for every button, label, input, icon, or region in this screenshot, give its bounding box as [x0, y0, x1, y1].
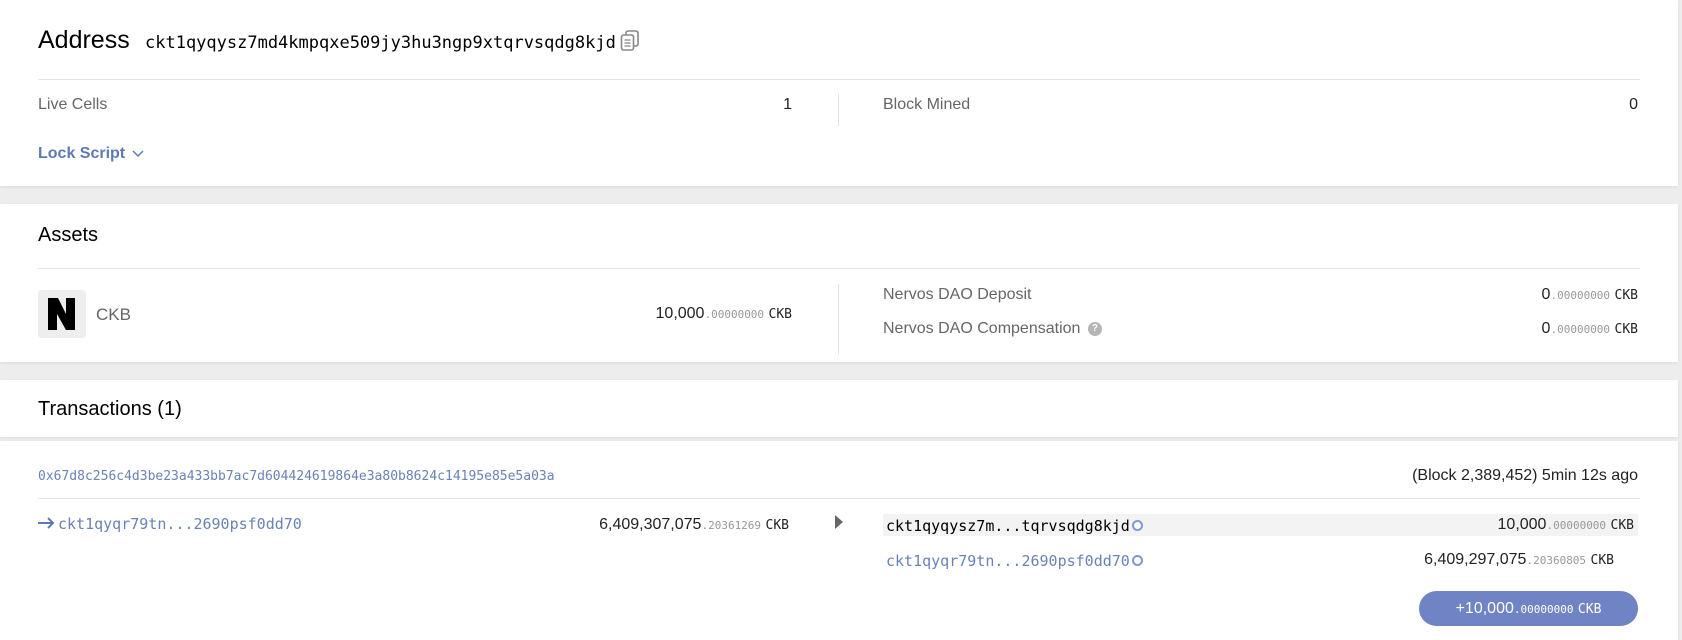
- balance-change-dec: .00000000: [1513, 603, 1574, 616]
- dao-deposit-value: 0.00000000 CKB: [1542, 286, 1638, 304]
- ckb-logo: [38, 290, 86, 338]
- input-amount-int: 6,409,307,075: [599, 516, 702, 533]
- output-amount: 10,000.00000000 CKB: [1498, 516, 1634, 534]
- input-amount-unit: CKB: [765, 518, 789, 533]
- assets-title: Assets: [38, 224, 99, 246]
- chevron-down-icon: [132, 145, 144, 163]
- address-hash: ckt1qyqysz7md4kmpqxe509jy3hu3ngp9xtqrvsq…: [145, 33, 616, 53]
- live-cells-value: 1: [783, 96, 792, 113]
- dao-deposit-unit: CKB: [1614, 288, 1638, 303]
- divider: [38, 79, 1640, 80]
- dao-comp-dec: .00000000: [1550, 323, 1611, 336]
- assets-card: Assets CKB 10,000.00000000 CKB Nervos DA…: [0, 204, 1678, 362]
- input-row: ckt1qyqr79tn...2690psf0dd70: [38, 515, 302, 534]
- help-icon[interactable]: ?: [1087, 321, 1102, 336]
- dao-compensation-value: 0.00000000 CKB: [1542, 320, 1638, 338]
- ckb-balance-dec: .00000000: [704, 308, 765, 321]
- cell-circle-icon[interactable]: [1132, 520, 1143, 531]
- output-amount-int: 10,000: [1497, 516, 1547, 533]
- balance-change-unit: CKB: [1577, 602, 1602, 617]
- output-amount: 6,409,297,075.20360805 CKB: [1424, 551, 1614, 569]
- input-amount: 6,409,307,075.20361269 CKB: [599, 516, 789, 534]
- cell-circle-icon[interactable]: [1132, 555, 1143, 566]
- dao-comp-unit: CKB: [1614, 322, 1638, 337]
- transactions-header: Transactions (1): [0, 380, 1678, 437]
- column-divider: [838, 284, 839, 354]
- copy-icon[interactable]: [620, 30, 640, 57]
- dao-deposit-dec: .00000000: [1550, 289, 1611, 302]
- page-title: Address: [38, 26, 130, 54]
- ckb-balance: 10,000.00000000 CKB: [656, 305, 792, 323]
- column-divider: [838, 94, 839, 126]
- divider: [38, 498, 1640, 499]
- triangle-right-icon: [834, 515, 844, 534]
- output-address[interactable]: ckt1qyqr79tn...2690psf0dd70: [886, 552, 1130, 570]
- block-mined-value: 0: [1629, 96, 1638, 113]
- lock-script-label: Lock Script: [38, 145, 126, 163]
- ckb-balance-int: 10,000: [655, 305, 705, 322]
- ckb-balance-unit: CKB: [768, 307, 792, 322]
- output-amount-dec: .00000000: [1546, 519, 1607, 532]
- balance-change-int: +10,000: [1455, 600, 1514, 617]
- dao-compensation-label: Nervos DAO Compensation ?: [883, 320, 1102, 338]
- balance-change-badge: +10,000.00000000 CKB: [1419, 591, 1638, 626]
- divider: [38, 268, 1640, 269]
- live-cells-label: Live Cells: [38, 96, 108, 113]
- dao-deposit-label: Nervos DAO Deposit: [883, 286, 1032, 303]
- output-amount-unit: CKB: [1590, 553, 1614, 568]
- block-info: (Block 2,389,452) 5min 12s ago: [1412, 467, 1638, 484]
- dao-compensation-text: Nervos DAO Compensation: [883, 320, 1081, 337]
- output-amount-unit: CKB: [1610, 518, 1634, 533]
- output-amount-dec: .20360805: [1526, 554, 1587, 567]
- arrow-right-icon: [38, 516, 55, 534]
- address-card: Address ckt1qyqysz7md4kmpqxe509jy3hu3ngp…: [0, 0, 1678, 186]
- token-name: CKB: [96, 305, 131, 324]
- block-mined-label: Block Mined: [883, 96, 971, 113]
- lock-script-toggle[interactable]: Lock Script: [38, 145, 144, 163]
- transaction-item: 0x67d8c256c4d3be23a433bb7ac7d60442461986…: [0, 441, 1678, 640]
- input-amount-dec: .20361269: [701, 519, 762, 532]
- transactions-title: Transactions (1): [38, 398, 182, 420]
- output-amount-int: 6,409,297,075: [1424, 551, 1527, 568]
- transaction-hash[interactable]: 0x67d8c256c4d3be23a433bb7ac7d60442461986…: [38, 469, 555, 484]
- output-address: ckt1qyqysz7m...tqrvsqdg8kjd: [886, 517, 1130, 535]
- input-address[interactable]: ckt1qyqr79tn...2690psf0dd70: [58, 515, 302, 533]
